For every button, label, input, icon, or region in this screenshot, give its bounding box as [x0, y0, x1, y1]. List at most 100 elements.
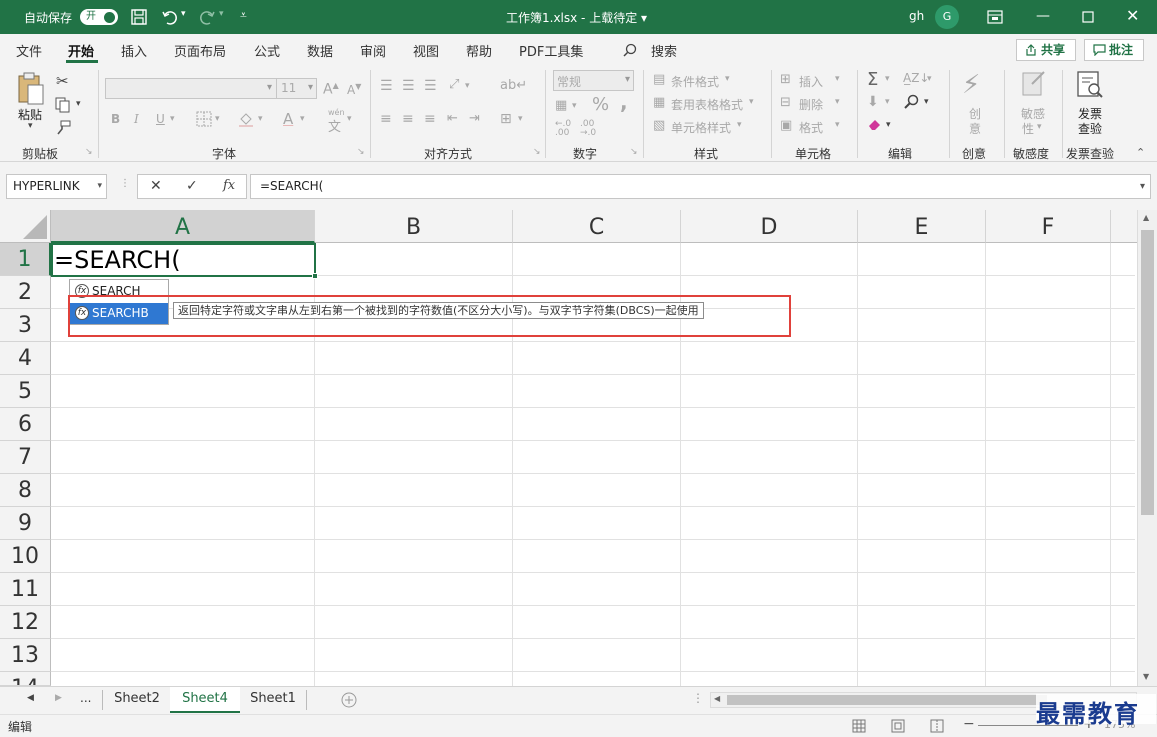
tab-formulas[interactable]: 公式: [254, 41, 280, 60]
insert-function-icon[interactable]: fx: [223, 178, 235, 193]
vertical-scrollbar[interactable]: ▲ ▼: [1137, 210, 1157, 686]
orientation-dropdown-icon[interactable]: ▾: [465, 81, 470, 91]
clear-icon[interactable]: [867, 117, 883, 131]
column-header-g[interactable]: [1111, 210, 1137, 243]
tab-help[interactable]: 帮助: [466, 41, 492, 60]
decrease-font-icon[interactable]: A▼: [347, 82, 361, 97]
collapse-ribbon-icon[interactable]: ⌃: [1136, 146, 1145, 159]
sheet-tab-sheet4[interactable]: Sheet4: [170, 687, 240, 713]
invoice-check-icon[interactable]: [1075, 70, 1105, 100]
find-select-dropdown-icon[interactable]: ▾: [924, 97, 929, 107]
tab-view[interactable]: 视图: [413, 41, 439, 60]
close-icon[interactable]: ✕: [1126, 6, 1139, 25]
alignment-launcher-icon[interactable]: ↘: [533, 147, 541, 157]
decrease-decimal-icon[interactable]: .00 →.0: [580, 120, 596, 138]
number-format-combo[interactable]: 常规 ▾: [553, 70, 634, 91]
format-painter-icon[interactable]: [55, 120, 71, 136]
align-center-icon[interactable]: ≡: [402, 111, 414, 127]
conditional-format-dropdown-icon[interactable]: ▾: [725, 74, 730, 84]
fill-dropdown-icon[interactable]: ▾: [885, 97, 890, 107]
row-header-5[interactable]: 5: [0, 375, 51, 408]
sort-filter-dropdown-icon[interactable]: ▾: [927, 74, 932, 84]
orientation-icon[interactable]: ⤢: [449, 77, 459, 92]
tab-split-grip-icon[interactable]: ⋮: [692, 691, 704, 705]
scroll-up-icon[interactable]: ▲: [1143, 213, 1149, 222]
scrollbar-thumb[interactable]: [1141, 230, 1154, 515]
customize-qat-icon[interactable]: ⩡: [240, 8, 247, 23]
font-size-combo[interactable]: 11 ▾: [276, 78, 317, 99]
creativity-icon[interactable]: ⚡: [962, 70, 980, 100]
autosum-icon[interactable]: Σ: [867, 69, 878, 90]
borders-dropdown-icon[interactable]: ▾: [215, 114, 220, 124]
page-break-view-icon[interactable]: [930, 719, 944, 733]
underline-icon[interactable]: U: [156, 112, 165, 126]
autosum-dropdown-icon[interactable]: ▾: [885, 74, 890, 84]
borders-icon[interactable]: [196, 111, 212, 127]
fill-color-icon[interactable]: [238, 111, 254, 127]
avatar[interactable]: G: [935, 5, 959, 29]
search-label[interactable]: 搜索: [651, 41, 677, 60]
name-box-dropdown-icon[interactable]: ▾: [97, 175, 102, 198]
column-header-b[interactable]: B: [315, 210, 513, 243]
clipboard-launcher-icon[interactable]: ↘: [85, 147, 93, 157]
save-icon[interactable]: [130, 8, 148, 26]
clear-dropdown-icon[interactable]: ▾: [886, 120, 891, 130]
format-cells-label[interactable]: 格式: [799, 119, 823, 136]
tab-data[interactable]: 数据: [307, 41, 333, 60]
fill-icon[interactable]: ⬇: [867, 94, 879, 110]
number-launcher-icon[interactable]: ↘: [630, 147, 638, 157]
column-header-f[interactable]: F: [986, 210, 1111, 243]
user-name[interactable]: gh: [909, 9, 924, 23]
align-top-icon[interactable]: ☰: [380, 78, 393, 94]
sensitivity-icon[interactable]: [1020, 70, 1048, 100]
italic-icon[interactable]: I: [134, 112, 139, 126]
row-header-11[interactable]: 11: [0, 573, 51, 606]
scroll-sheets-left-icon[interactable]: ◀: [27, 693, 34, 703]
align-left-icon[interactable]: ≡: [380, 111, 392, 127]
row-header-1[interactable]: 1: [0, 243, 51, 276]
row-header-13[interactable]: 13: [0, 639, 51, 672]
column-header-d[interactable]: D: [681, 210, 858, 243]
format-dropdown-icon[interactable]: ▾: [835, 120, 840, 130]
window-title[interactable]: 工作簿1.xlsx - 上载待定 ▾: [506, 9, 647, 26]
fill-color-dropdown-icon[interactable]: ▾: [258, 114, 263, 124]
tab-pdf-tools[interactable]: PDF工具集: [519, 41, 583, 60]
font-name-combo[interactable]: ▾: [105, 78, 277, 99]
scroll-left-icon[interactable]: ◀: [714, 694, 720, 703]
fill-handle[interactable]: [312, 273, 318, 279]
accounting-icon[interactable]: ▦: [555, 98, 567, 113]
cell-styles-dropdown-icon[interactable]: ▾: [737, 120, 742, 130]
tab-page-layout[interactable]: 页面布局: [174, 41, 226, 60]
column-header-e[interactable]: E: [858, 210, 986, 243]
search-icon[interactable]: [623, 43, 637, 57]
wrap-text-icon[interactable]: ab↵: [500, 78, 527, 93]
increase-indent-icon[interactable]: ⇥: [469, 111, 480, 126]
delete-cells-label[interactable]: 删除: [799, 96, 823, 113]
find-select-icon[interactable]: [904, 94, 920, 110]
select-all-button[interactable]: [0, 210, 51, 243]
column-header-c[interactable]: C: [513, 210, 681, 243]
percent-icon[interactable]: %: [592, 94, 609, 115]
zoom-out-icon[interactable]: −: [963, 716, 975, 732]
conditional-format-icon[interactable]: ▤: [653, 72, 665, 87]
tab-review[interactable]: 审阅: [360, 41, 386, 60]
increase-font-icon[interactable]: A▲: [323, 81, 339, 98]
conditional-format-label[interactable]: 条件格式: [671, 73, 719, 90]
undo-dropdown-icon[interactable]: ▾: [181, 9, 186, 19]
enter-icon[interactable]: ✓: [186, 178, 198, 194]
row-header-7[interactable]: 7: [0, 441, 51, 474]
maximize-icon[interactable]: [1082, 11, 1094, 23]
underline-dropdown-icon[interactable]: ▾: [170, 114, 175, 124]
row-header-12[interactable]: 12: [0, 606, 51, 639]
scroll-sheets-right-icon[interactable]: ▶: [55, 693, 62, 703]
minimize-icon[interactable]: —: [1036, 8, 1050, 24]
merge-center-icon[interactable]: ⊞: [500, 111, 512, 127]
cut-icon[interactable]: ✂: [56, 72, 69, 90]
scroll-down-icon[interactable]: ▼: [1143, 672, 1149, 681]
sensitivity-button-line2[interactable]: 性: [1022, 120, 1034, 137]
name-box[interactable]: HYPERLINK ▾: [6, 174, 107, 199]
font-color-dropdown-icon[interactable]: ▾: [300, 114, 305, 124]
delete-dropdown-icon[interactable]: ▾: [835, 97, 840, 107]
insert-cells-label[interactable]: 插入: [799, 73, 823, 90]
sheet-tab-sheet1[interactable]: Sheet1: [240, 687, 306, 713]
